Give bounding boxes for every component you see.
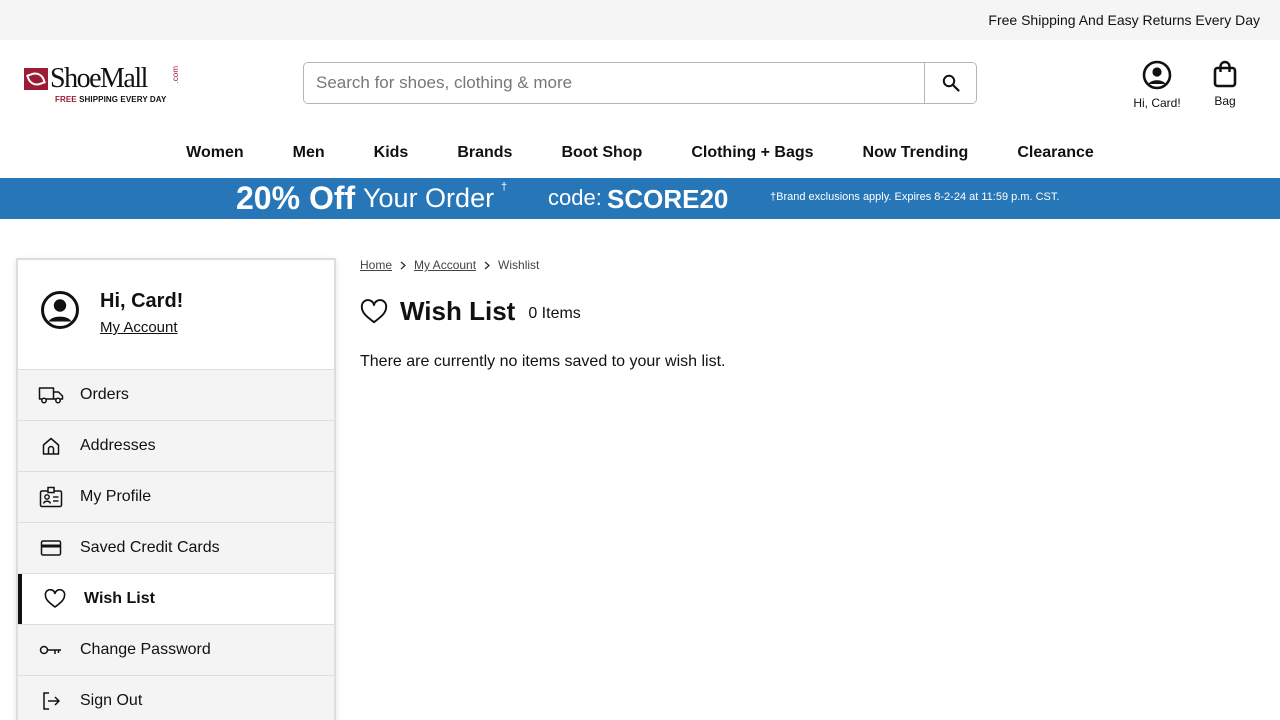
empty-wishlist-message: There are currently no items saved to yo… [360,353,726,370]
logo-tagline: FREE SHIPPING EVERY DAY [55,95,167,104]
promo-code: SCORE20 [607,184,729,214]
sidebar-item-label: Saved Credit Cards [80,539,220,556]
sidebar-item-label: Change Password [80,641,211,658]
search-icon [942,74,960,92]
search-bar [303,62,977,104]
sidebar-greeting: Hi, Card! [100,290,184,312]
account-button[interactable]: Hi, Card! [1128,60,1186,110]
promo-disclaimer: †Brand exclusions apply. Expires 8-2-24 … [770,191,1060,203]
breadcrumb-my-account[interactable]: My Account [414,258,476,272]
promo-dagger: † [501,181,508,193]
account-sidebar: Hi, Card! My Account Orders Addresses My… [16,258,336,720]
sign-out-icon [38,688,64,714]
nav-women[interactable]: Women [186,144,243,162]
sidebar-item-change-password[interactable]: Change Password [18,625,334,676]
nav-men[interactable]: Men [293,144,325,162]
id-badge-icon [38,484,64,510]
sidebar-item-label: Sign Out [80,692,143,709]
shipping-banner-text: Free Shipping And Easy Returns Every Day [988,12,1260,28]
sidebar-item-sign-out[interactable]: Sign Out [18,676,334,720]
chevron-right-icon [400,260,407,270]
breadcrumb-current: Wishlist [498,258,540,272]
user-circle-icon [1142,60,1172,90]
sidebar-item-saved-credit-cards[interactable]: Saved Credit Cards [18,523,334,574]
my-account-link[interactable]: My Account [100,319,178,336]
sidebar-item-my-profile[interactable]: My Profile [18,472,334,523]
shopping-bag-icon [1213,60,1237,88]
promo-headline-bold: 20% Off [236,180,356,216]
truck-icon [38,382,64,408]
shipping-banner: Free Shipping And Easy Returns Every Day [0,0,1280,40]
avatar-icon [41,291,79,329]
account-label: Hi, Card! [1133,96,1181,110]
sidebar-item-addresses[interactable]: Addresses [18,421,334,472]
nav-boot-shop[interactable]: Boot Shop [561,144,642,162]
nav-now-trending[interactable]: Now Trending [863,144,969,162]
promo-code-label: code: [548,185,602,210]
promo-banner[interactable]: 20% Off Your Order † code: SCORE20 †Bran… [0,178,1280,219]
page-title: Wish List [400,296,516,326]
chevron-right-icon [484,260,491,270]
nav-kids[interactable]: Kids [374,144,409,162]
nav-clothing-bags[interactable]: Clothing + Bags [691,144,813,162]
bag-button[interactable]: Bag [1205,60,1245,108]
wishlist-heading: Wish List 0 Items [360,296,725,327]
main-content: Home My Account Wishlist Wish List 0 Ite… [360,258,725,371]
breadcrumb: Home My Account Wishlist [360,258,725,272]
main-nav: Women Men Kids Brands Boot Shop Clothing… [0,128,1280,178]
sidebar-header: Hi, Card! My Account [18,260,334,370]
sidebar-item-label: Orders [80,386,129,403]
key-icon [38,637,64,663]
site-header: ShoeMall .com FREE SHIPPING EVERY DAY Hi… [0,40,1280,128]
logo-com: .com [171,66,180,84]
sidebar-item-label: Addresses [80,437,156,454]
logo-wordmark: ShoeMall [50,63,148,94]
sidebar-item-label: My Profile [80,488,152,505]
nav-clearance[interactable]: Clearance [1017,144,1094,162]
breadcrumb-home[interactable]: Home [360,258,392,272]
heart-icon [42,586,68,612]
item-count: 0 Items [528,304,581,322]
sidebar-item-label: Wish List [84,590,155,607]
credit-card-icon [38,535,64,561]
nav-brands[interactable]: Brands [457,144,512,162]
search-input[interactable] [304,63,924,103]
bag-label: Bag [1214,94,1236,108]
shoemall-logo[interactable]: ShoeMall .com FREE SHIPPING EVERY DAY [24,63,180,106]
sidebar-item-wish-list[interactable]: Wish List [18,574,334,625]
sidebar-item-orders[interactable]: Orders [18,370,334,421]
logo-mark-icon [24,68,48,90]
promo-headline: Your Order [363,183,495,213]
search-button[interactable] [924,63,976,103]
home-icon [38,433,64,459]
heart-icon [360,298,388,323]
